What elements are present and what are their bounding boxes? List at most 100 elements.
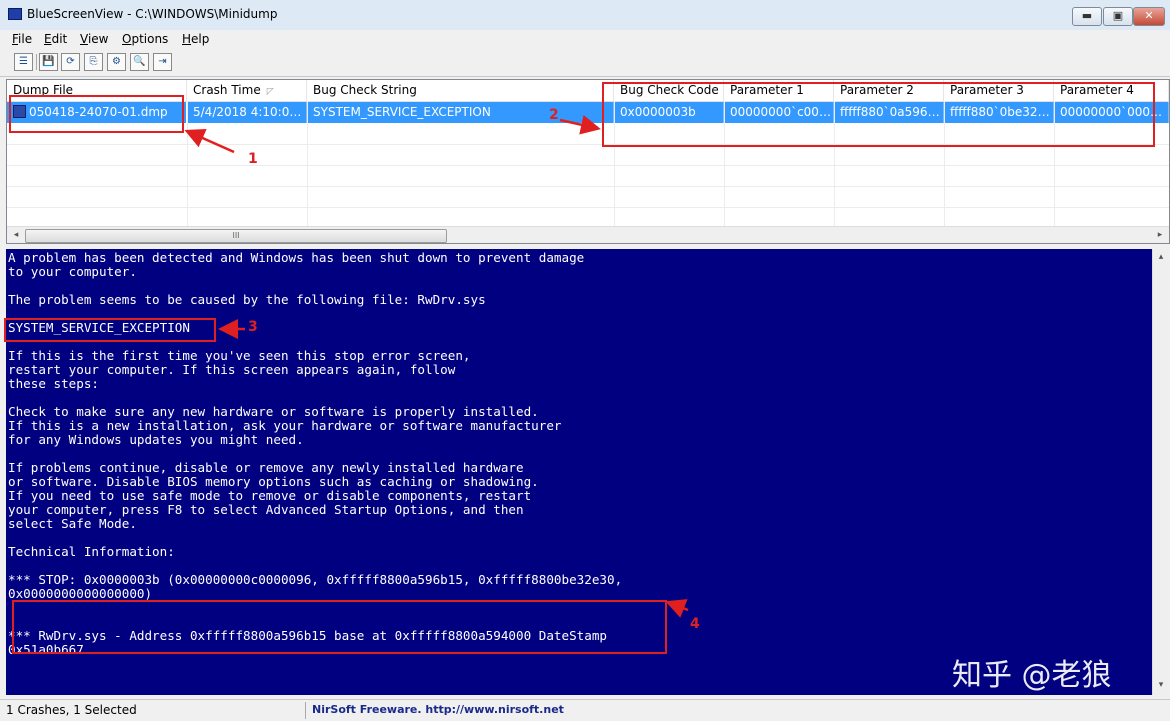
bsod-text-line: select Safe Mode. bbox=[8, 516, 137, 531]
column-crash-time[interactable]: Crash Time ◸ bbox=[187, 80, 307, 101]
menu-bar: File Edit View Options Help bbox=[0, 30, 1170, 48]
save-icon[interactable]: 💾 bbox=[39, 53, 58, 71]
menu-edit-label: dit bbox=[51, 32, 68, 46]
dump-file-icon bbox=[13, 105, 26, 118]
menu-view[interactable]: View bbox=[80, 30, 108, 48]
bsod-text-line: your computer, press F8 to select Advanc… bbox=[8, 502, 524, 517]
dump-file-name: 050418-24070-01.dmp bbox=[29, 105, 168, 119]
row-divider bbox=[7, 144, 1169, 145]
row-divider bbox=[7, 186, 1169, 187]
column-bug-check-code[interactable]: Bug Check Code bbox=[614, 80, 724, 101]
cell-parameter-1: 00000000`c000... bbox=[724, 102, 834, 123]
column-parameter-3[interactable]: Parameter 3 bbox=[944, 80, 1054, 101]
row-divider bbox=[7, 207, 1169, 208]
bsod-text-line: Technical Information: bbox=[8, 544, 175, 559]
sort-arrow-icon: ◸ bbox=[266, 87, 274, 97]
scroll-up-icon[interactable]: ▴ bbox=[1155, 251, 1167, 263]
menu-edit-accel: E bbox=[44, 32, 52, 46]
bsod-text-line: to your computer. bbox=[8, 264, 137, 279]
nirsoft-link[interactable]: NirSoft Freeware. http://www.nirsoft.net bbox=[312, 703, 564, 716]
bsod-text-line: for any Windows updates you might need. bbox=[8, 432, 304, 447]
row-divider bbox=[7, 165, 1169, 166]
column-divider bbox=[614, 101, 615, 226]
menu-help[interactable]: Help bbox=[182, 30, 209, 48]
bsod-text-line: 0x51a0b667 bbox=[8, 642, 84, 657]
annotation-label-4: 4 bbox=[690, 616, 700, 632]
scroll-down-icon[interactable]: ▾ bbox=[1155, 679, 1167, 691]
bsod-text-line: The problem seems to be caused by the fo… bbox=[8, 292, 486, 307]
bsod-text-line: If you need to use safe mode to remove o… bbox=[8, 488, 532, 503]
annotation-label-3: 3 bbox=[248, 319, 258, 335]
scroll-left-icon[interactable]: ◂ bbox=[9, 229, 23, 242]
bsod-detail-pane[interactable]: A problem has been detected and Windows … bbox=[6, 249, 1152, 695]
column-divider bbox=[307, 101, 308, 226]
options-icon[interactable]: ⚙ bbox=[107, 53, 126, 71]
column-divider bbox=[944, 101, 945, 226]
menu-view-accel: V bbox=[80, 32, 88, 46]
cell-parameter-2: fffff880`0a596b... bbox=[834, 102, 944, 123]
cell-dump-file: 050418-24070-01.dmp bbox=[7, 102, 187, 123]
menu-file[interactable]: File bbox=[12, 30, 32, 48]
menu-options[interactable]: Options bbox=[122, 30, 168, 48]
close-button[interactable]: ✕ bbox=[1133, 7, 1165, 26]
bsod-text-line: If this is a new installation, ask your … bbox=[8, 418, 562, 433]
column-dump-file[interactable]: Dump File bbox=[7, 80, 187, 101]
cell-bug-check-string: SYSTEM_SERVICE_EXCEPTION bbox=[307, 102, 614, 123]
refresh-icon[interactable]: ⟳ bbox=[61, 53, 80, 71]
menu-help-label: elp bbox=[191, 32, 210, 46]
bsod-text-line: restart your computer. If this screen ap… bbox=[8, 362, 456, 377]
exit-icon[interactable]: ⇥ bbox=[153, 53, 172, 71]
menu-view-label: iew bbox=[87, 32, 109, 46]
watermark: 知乎 @老狼 bbox=[952, 658, 1112, 693]
maximize-button[interactable]: ▣ bbox=[1103, 7, 1133, 26]
bsod-text-line: 0x0000000000000000) bbox=[8, 586, 153, 601]
annotation-label-2: 2 bbox=[549, 107, 559, 123]
cell-parameter-3: fffff880`0be32e... bbox=[944, 102, 1054, 123]
status-separator bbox=[305, 702, 306, 719]
app-icon bbox=[8, 8, 22, 20]
crash-list[interactable]: Dump File Crash Time ◸ Bug Check String B… bbox=[6, 79, 1170, 244]
cell-bug-check-code: 0x0000003b bbox=[614, 102, 724, 123]
column-parameter-2[interactable]: Parameter 2 bbox=[834, 80, 944, 101]
toolbar: ☰ 💾 ⟳ ⎘ ⚙ 🔍 ⇥ bbox=[0, 48, 1170, 77]
column-parameter-1[interactable]: Parameter 1 bbox=[724, 80, 834, 101]
toolbar-separator bbox=[36, 54, 37, 70]
cell-crash-time: 5/4/2018 4:10:08... bbox=[187, 102, 307, 123]
bsod-text-line: or software. Disable BIOS memory options… bbox=[8, 474, 539, 489]
bsod-text-line: A problem has been detected and Windows … bbox=[8, 250, 585, 265]
status-bar: 1 Crashes, 1 Selected NirSoft Freeware. … bbox=[0, 699, 1170, 721]
menu-options-label: ptions bbox=[131, 32, 169, 46]
annotation-label-1: 1 bbox=[248, 151, 258, 167]
scroll-right-icon[interactable]: ▸ bbox=[1153, 229, 1167, 242]
minimize-button[interactable]: ▬ bbox=[1072, 7, 1102, 26]
column-parameter-4[interactable]: Parameter 4 bbox=[1054, 80, 1169, 101]
menu-file-label: ile bbox=[18, 32, 33, 46]
status-count: 1 Crashes, 1 Selected bbox=[6, 703, 137, 717]
bsod-text-line: *** STOP: 0x0000003b (0x00000000c0000096… bbox=[8, 572, 623, 587]
bsod-text-line: SYSTEM_SERVICE_EXCEPTION bbox=[8, 320, 190, 335]
bsod-text-line: *** RwDrv.sys - Address 0xfffff8800a596b… bbox=[8, 628, 607, 643]
menu-help-accel: H bbox=[182, 32, 192, 46]
column-divider bbox=[1054, 101, 1055, 226]
column-divider bbox=[834, 101, 835, 226]
vertical-scrollbar[interactable]: ▴ ▾ bbox=[1152, 249, 1169, 695]
column-divider bbox=[724, 101, 725, 226]
bsod-text-line: If problems continue, disable or remove … bbox=[8, 460, 524, 475]
scroll-thumb[interactable]: III bbox=[25, 229, 447, 243]
list-header: Dump File Crash Time ◸ Bug Check String B… bbox=[7, 80, 1169, 102]
properties-icon[interactable]: ☰ bbox=[14, 53, 33, 71]
cell-parameter-4: 00000000`0000... bbox=[1054, 102, 1169, 123]
title-bar: BlueScreenView - C:\WINDOWS\Minidump ▬ ▣… bbox=[0, 0, 1170, 31]
horizontal-scrollbar[interactable]: ◂ III ▸ bbox=[7, 226, 1169, 243]
bsod-text-line: Check to make sure any new hardware or s… bbox=[8, 404, 539, 419]
find-icon[interactable]: 🔍 bbox=[130, 53, 149, 71]
column-crash-time-label: Crash Time bbox=[193, 83, 261, 97]
table-row[interactable]: 050418-24070-01.dmp 5/4/2018 4:10:08... … bbox=[7, 102, 1169, 123]
copy-icon[interactable]: ⎘ bbox=[84, 53, 103, 71]
window-title: BlueScreenView - C:\WINDOWS\Minidump bbox=[27, 7, 278, 21]
column-divider bbox=[187, 101, 188, 226]
bsod-text-line: If this is the first time you've seen th… bbox=[8, 348, 471, 363]
column-bug-check-string[interactable]: Bug Check String bbox=[307, 80, 614, 101]
bsod-text-line: these steps: bbox=[8, 376, 99, 391]
menu-edit[interactable]: Edit bbox=[44, 30, 67, 48]
